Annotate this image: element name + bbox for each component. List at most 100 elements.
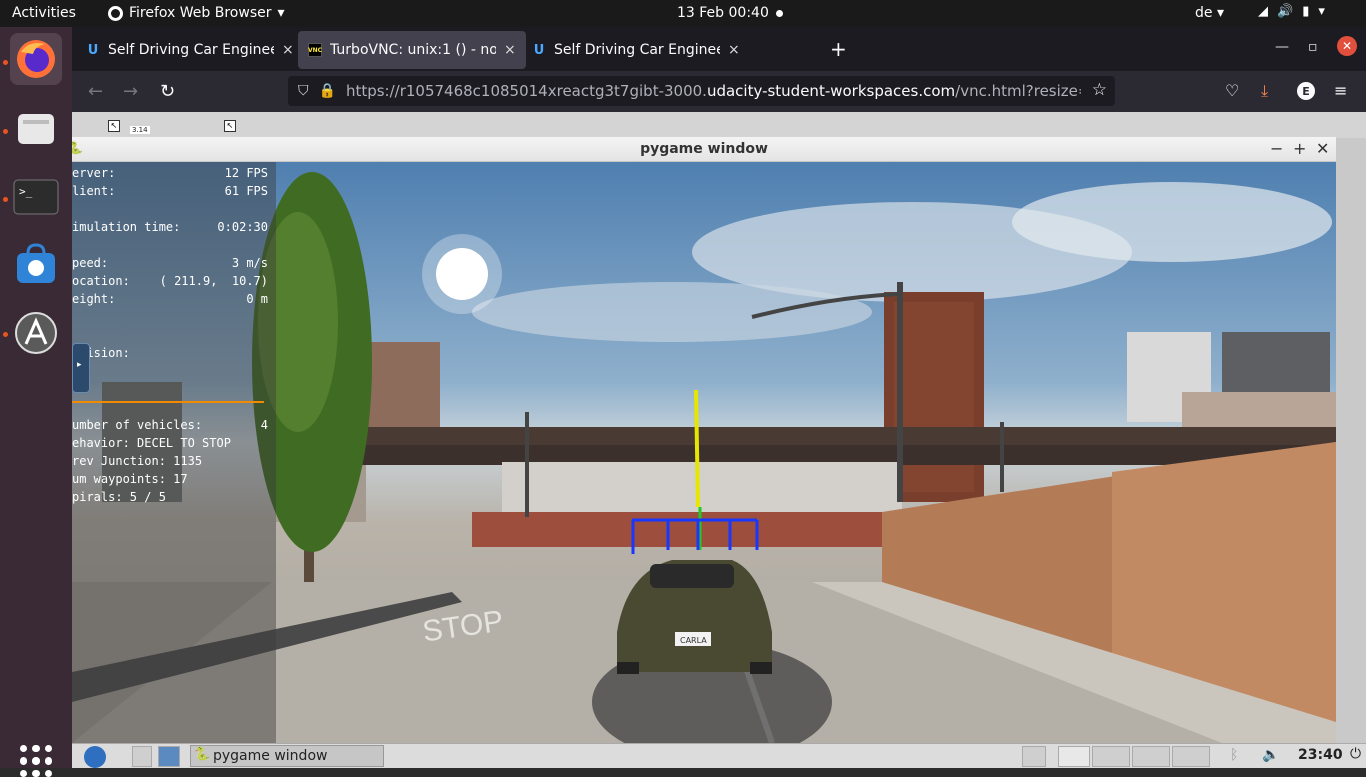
maximize-window-icon[interactable]: ▫ [1308, 39, 1318, 55]
dock-updater[interactable] [10, 307, 62, 359]
running-indicator [3, 129, 8, 134]
activities-button[interactable]: Activities [12, 5, 76, 21]
running-indicator [3, 332, 8, 337]
hud-panel: erver: 12 FPS lient: 61 FPS imulation time… [72, 162, 276, 743]
show-apps-icon[interactable] [20, 745, 52, 777]
udacity-icon: U [533, 42, 545, 58]
workspace-4[interactable] [1172, 746, 1210, 767]
ubuntu-dock: >_ [0, 27, 72, 777]
software-store-icon [17, 243, 55, 283]
hud-row: um waypoints: 17 [72, 472, 188, 486]
pocket-icon[interactable]: ♡ [1225, 81, 1239, 100]
bluetooth-icon[interactable]: ᛒ [1230, 747, 1238, 763]
hud-row: peed: 3 m/s [72, 256, 268, 270]
gnome-top-bar: Activities Firefox Web Browser ▾ 13 Feb … [0, 0, 1366, 27]
hud-row: pirals: 5 / 5 [72, 490, 166, 504]
tab-udacity-1[interactable]: U Self Driving Car Engineer × [76, 31, 304, 69]
expand-arrow-icon: ▸ [77, 360, 82, 370]
tab-title: TurboVNC: unix:1 () - noVNC [330, 42, 496, 58]
file-manager-icon[interactable] [132, 746, 152, 767]
logout-icon[interactable]: ⏻ [1350, 746, 1361, 762]
app-menu[interactable]: Firefox Web Browser ▾ [108, 5, 285, 21]
lock-icon[interactable]: 🔒 [319, 83, 336, 99]
pygame-window[interactable]: 🐍 pygame window − + ✕ STOP CARLA erver: … [72, 137, 1336, 743]
hud-separator [72, 401, 264, 403]
tab-turbovnc[interactable]: VNC TurboVNC: unix:1 () - noVNC × [298, 31, 526, 69]
folder-icon [18, 114, 54, 144]
hud-row: rev Junction: 1135 [72, 454, 203, 468]
url-text: https://r1057468c1085014xreactg3t7gibt-3… [345, 82, 1081, 100]
terminal-launcher-icon[interactable] [158, 746, 180, 767]
hud-row: ocation:( 211.9, 10.7) [72, 274, 268, 288]
taskbar-clock[interactable]: 23:40 [1298, 747, 1343, 763]
workspace-3[interactable] [1132, 746, 1170, 767]
dock-files[interactable] [10, 103, 62, 155]
keyboard-layout-indicator[interactable]: de ▾ [1195, 5, 1224, 21]
running-indicator [3, 60, 8, 65]
hud-row: llision: [72, 346, 130, 360]
dock-terminal[interactable]: >_ [10, 171, 62, 223]
hamburger-menu-icon[interactable]: ≡ [1334, 81, 1347, 100]
remote-taskbar: 🐍 pygame window ᛒ 🔈 23:40 ⏻ [72, 743, 1366, 768]
workspace-icon[interactable] [1022, 746, 1046, 767]
trajectory-line [694, 389, 700, 508]
wifi-icon: ◢ [1258, 4, 1268, 19]
tab-title: Self Driving Car Engineer [108, 42, 274, 58]
novnc-control-bar-handle[interactable]: ▸ [72, 343, 90, 393]
svg-text:>_: >_ [19, 185, 33, 198]
chevron-down-icon: ▾ [277, 5, 285, 21]
vnc-icon: VNC [308, 43, 322, 57]
volume-muted-icon[interactable]: 🔈 [1262, 747, 1279, 763]
tab-title: Self Driving Car Engineer [554, 42, 720, 58]
license-plate-text: CARLA [680, 636, 707, 645]
hud-row: ehavior: DECEL TO STOP [72, 436, 231, 450]
hud-row: imulation time: 0:02:30 [72, 220, 268, 234]
maximize-icon[interactable]: + [1293, 139, 1306, 158]
battery-icon: ▮ [1302, 4, 1310, 19]
back-icon[interactable]: ← [88, 81, 103, 102]
remote-desktop-strip: ↖ 3.14 ↖ [72, 112, 1366, 138]
dock-firefox[interactable] [10, 33, 62, 85]
pygame-titlebar[interactable]: 🐍 pygame window − + ✕ [72, 137, 1336, 162]
hud-row: eight: 0 m [72, 292, 268, 306]
browser-navbar: ← → ↻ ⛉ 🔒 https://r1057468c1085014xreact… [72, 71, 1366, 112]
taskbar-item-label: pygame window [213, 748, 328, 764]
chevron-down-icon: ▾ [1318, 4, 1325, 19]
close-window-icon[interactable]: ✕ [1337, 36, 1357, 56]
desktop-shortcut-icon[interactable]: ↖ [108, 120, 120, 132]
account-avatar[interactable]: E [1297, 82, 1315, 100]
dock-software[interactable] [10, 239, 62, 291]
keyboard-layout-label: de [1195, 5, 1213, 21]
close-tab-icon[interactable]: × [282, 42, 294, 58]
taskbar-item-pygame[interactable]: 🐍 pygame window [190, 745, 384, 767]
tab-udacity-2[interactable]: U Self Driving Car Engineer × [522, 31, 750, 69]
system-tray[interactable]: ◢ 🔊 ▮ ▾ [1258, 4, 1325, 19]
close-icon[interactable]: ✕ [1316, 139, 1329, 158]
browser-tab-strip: U Self Driving Car Engineer × VNC TurboV… [72, 27, 1366, 71]
desktop-icon-label: 3.14 [130, 126, 150, 134]
new-tab-button[interactable]: + [830, 37, 847, 61]
carla-simulation-view: STOP CARLA erver: 12 FPS lient: 61 FPS i… [72, 162, 1336, 743]
downloads-icon[interactable]: ⤓ [1261, 81, 1268, 101]
pygame-snake-icon: 🐍 [194, 747, 211, 762]
system-clock[interactable]: 13 Feb 00:40 [677, 5, 769, 21]
udacity-icon: U [87, 42, 99, 58]
minimize-icon[interactable]: − [1270, 139, 1283, 158]
url-bar[interactable]: ⛉ 🔒 https://r1057468c1085014xreactg3t7gi… [288, 76, 1115, 106]
desktop-shortcut-icon[interactable]: ↖ [224, 120, 236, 132]
terminal-icon: >_ [13, 179, 59, 215]
close-tab-icon[interactable]: × [504, 42, 516, 58]
hud-row: lient: 61 FPS [72, 184, 268, 198]
firefox-app-icon [108, 5, 123, 21]
workspace-2[interactable] [1092, 746, 1130, 767]
forward-icon[interactable]: → [123, 81, 138, 102]
vnc-viewport[interactable]: ↖ 3.14 ↖ 🐍 pygame window − + ✕ STOP CARL… [72, 112, 1366, 743]
minimize-window-icon[interactable]: — [1275, 39, 1289, 55]
bookmark-star-icon[interactable]: ☆ [1092, 80, 1107, 100]
workspace-1[interactable] [1058, 746, 1090, 767]
start-menu-icon[interactable] [84, 746, 106, 768]
tracking-protection-icon[interactable]: ⛉ [298, 83, 309, 99]
hud-row: erver: 12 FPS [72, 166, 268, 180]
reload-icon[interactable]: ↻ [160, 81, 175, 102]
close-tab-icon[interactable]: × [728, 42, 740, 58]
